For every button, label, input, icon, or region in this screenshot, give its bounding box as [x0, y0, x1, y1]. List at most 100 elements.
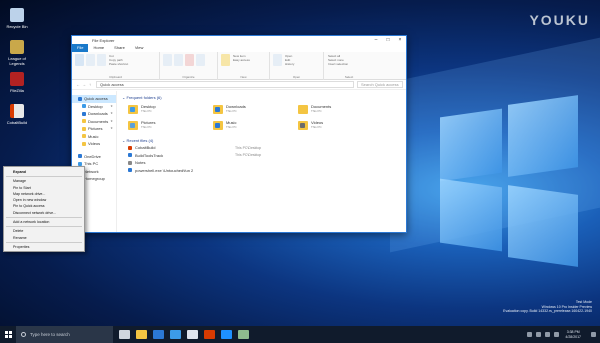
network-icon[interactable] [536, 332, 542, 337]
windows-logo-pane [440, 178, 502, 252]
easy-access-button[interactable]: Easy access [233, 58, 250, 62]
nav-item[interactable]: Quick access [72, 95, 116, 103]
paste-shortcut-button[interactable]: Paste shortcut [109, 62, 128, 66]
pin-icon[interactable] [75, 54, 84, 66]
folder-location: This PC [141, 125, 152, 129]
file-explorer-icon[interactable] [136, 330, 147, 339]
store-icon[interactable] [170, 330, 181, 339]
start-button[interactable] [0, 326, 16, 343]
close-button[interactable]: × [394, 37, 406, 43]
new-list: New item Easy access [233, 54, 250, 62]
move-to-icon[interactable] [163, 54, 172, 66]
keyboard-icon[interactable] [554, 332, 560, 337]
mail-icon[interactable] [187, 330, 198, 339]
address-path[interactable]: Quick access [96, 81, 354, 88]
nav-item-label: Music [88, 133, 99, 139]
rename-icon[interactable] [196, 54, 205, 66]
recent-file-row[interactable]: CobaltBuild This PC\Desktop [128, 144, 402, 152]
recent-files-header[interactable]: ⌄ Recent files (4) [122, 137, 402, 144]
desktop-icon-league[interactable]: League of Legends [2, 40, 32, 66]
file-explorer-window: File Explorer – □ × File Home Share View… [71, 35, 407, 233]
cobaltbuild-icon [10, 104, 24, 118]
frequent-folder[interactable]: Music This PC [213, 119, 298, 131]
pin-icon[interactable]: ★ [110, 103, 113, 111]
select-list: Select all Select none Invert selection [328, 54, 348, 66]
context-menu-item[interactable]: Disconnect network drive... [4, 210, 84, 216]
folder-location: This PC [226, 125, 237, 129]
media-icon[interactable] [221, 330, 232, 339]
copy-icon[interactable] [86, 54, 95, 66]
properties-icon[interactable] [273, 54, 282, 66]
context-menu-item[interactable]: Rename [4, 235, 84, 241]
notifications-icon[interactable] [591, 332, 596, 337]
delete-icon[interactable] [185, 54, 194, 66]
nav-item[interactable]: Music [72, 133, 116, 141]
desktop-icon-recycle-bin[interactable]: Recycle Bin [2, 8, 32, 29]
desktop-icon-filezilla[interactable]: FileZilla [2, 72, 32, 93]
nav-item[interactable]: Pictures ★ [72, 125, 116, 133]
ribbon-group-clipboard: Cut Copy path Paste shortcut Clipboard [72, 52, 160, 80]
recent-file-row[interactable]: Notes [128, 159, 402, 167]
tab-file[interactable]: File [72, 44, 89, 52]
search-input[interactable]: Search Quick access [357, 81, 403, 88]
frequent-folder[interactable]: Desktop This PC [128, 103, 213, 115]
desktop-icon-cobaltbuild[interactable]: CobaltBuild [2, 104, 32, 125]
edge-icon[interactable] [153, 330, 164, 339]
up-arrow-icon[interactable]: ↑ [87, 82, 93, 87]
frequent-folder[interactable]: Pictures This PC [128, 119, 213, 131]
frequent-folders-header[interactable]: ⌄ Frequent folders (6) [122, 94, 402, 101]
frequent-folder[interactable]: Downloads This PC [213, 103, 298, 115]
context-menu-item[interactable]: Add a network location [4, 219, 84, 225]
frequent-folder[interactable]: Documents This PC [298, 103, 383, 115]
nav-item[interactable]: Videos [72, 140, 116, 148]
invert-selection-button[interactable]: Invert selection [328, 62, 348, 66]
copy-to-icon[interactable] [174, 54, 183, 66]
minimize-button[interactable]: – [370, 37, 382, 43]
history-button[interactable]: History [285, 62, 294, 66]
volume-icon[interactable] [545, 332, 551, 337]
menu-separator [6, 241, 82, 243]
ribbon-group-new: New item Easy access New [218, 52, 270, 80]
context-menu-item[interactable]: Properties [4, 244, 84, 250]
section-title: Recent files (4) [126, 138, 154, 143]
nav-item[interactable]: OneDrive [72, 153, 116, 161]
section-title: Frequent folders (6) [126, 95, 162, 100]
pin-icon[interactable]: ★ [110, 125, 113, 133]
frequent-folder[interactable]: Videos This PC [298, 119, 383, 131]
windows-icon [4, 331, 12, 338]
app-icon[interactable] [238, 330, 249, 339]
taskbar-search[interactable]: Type here to search [16, 326, 113, 343]
nav-item-label: Network [84, 168, 99, 174]
group-label: Clipboard [109, 75, 122, 79]
group-label: Organize [182, 75, 195, 79]
context-menu-item[interactable]: Expand [4, 169, 84, 175]
recent-file-row[interactable]: BuildToolsTrack This PC\Desktop [128, 152, 402, 160]
context-menu: Expand Manage Pin to Start Map network driv… [3, 166, 85, 252]
maximize-button[interactable]: □ [382, 37, 394, 43]
folder-icon [298, 120, 308, 130]
file-name: powershell.exe \Untouched\fun 2 [135, 167, 194, 173]
tab-home[interactable]: Home [88, 44, 109, 52]
paste-icon[interactable] [97, 54, 106, 66]
nav-item-label: Quick access [84, 96, 108, 101]
task-view-icon[interactable] [119, 330, 130, 339]
nav-item[interactable]: Desktop ★ [72, 103, 116, 111]
tab-share[interactable]: Share [109, 44, 130, 52]
recent-file-row[interactable]: powershell.exe \Untouched\fun 2 [128, 167, 402, 175]
nav-item[interactable]: Downloads ★ [72, 110, 116, 118]
chevron-up-icon[interactable] [527, 332, 533, 337]
folder-location: This PC [141, 109, 152, 113]
file-icon [128, 160, 132, 165]
group-label: New [240, 75, 247, 79]
office-icon[interactable] [204, 330, 215, 339]
clock[interactable]: 3:38 PM 4/28/2017 [565, 330, 581, 339]
new-folder-icon[interactable] [221, 54, 230, 66]
file-path: This PC\Desktop [235, 145, 262, 150]
pin-icon[interactable]: ★ [110, 118, 113, 126]
group-label: Open [292, 75, 301, 79]
title-bar[interactable]: File Explorer – □ × [72, 36, 406, 44]
nav-item[interactable]: Documents ★ [72, 118, 116, 126]
ribbon-tabs: File Home Share View [72, 44, 406, 52]
tab-view[interactable]: View [130, 44, 149, 52]
pin-icon[interactable]: ★ [110, 110, 113, 118]
